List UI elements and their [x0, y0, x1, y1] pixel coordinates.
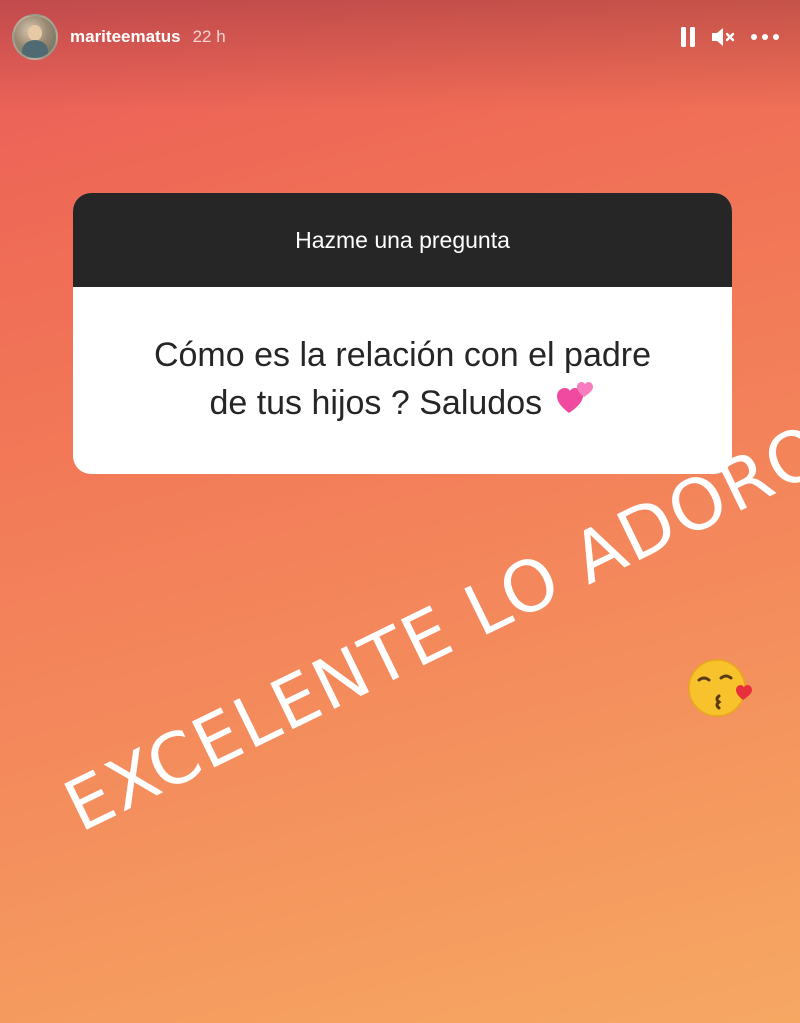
story-header: mariteematus 22 h [12, 14, 226, 60]
question-text: Cómo es la relación con el padre de tus … [154, 331, 651, 431]
question-line-2: de tus hijos ? Saludos [209, 383, 543, 422]
face-blowing-kiss-emoji [685, 656, 757, 725]
question-sticker-title: Hazme una pregunta [295, 226, 510, 253]
question-line-1: Cómo es la relación con el padre [153, 335, 652, 374]
question-sticker-header: Hazme una pregunta [73, 193, 732, 287]
avatar[interactable] [12, 14, 58, 60]
pause-icon[interactable] [680, 26, 696, 48]
speaker-muted-icon[interactable] [710, 26, 736, 48]
question-sticker-body: Cómo es la relación con el padre de tus … [73, 287, 732, 474]
avatar-body [22, 40, 48, 58]
avatar-face [28, 25, 42, 41]
question-line-2-wrap: de tus hijos ? Saludos [154, 379, 651, 431]
two-hearts-emoji [556, 379, 596, 430]
more-dots-icon[interactable] [750, 33, 780, 41]
username[interactable]: mariteematus [70, 27, 181, 47]
story-controls [680, 26, 780, 48]
story-viewer: mariteematus 22 h Hazme una pregunta Cóm… [0, 0, 800, 1023]
answer-area: EXCELENTE LO ADORO [40, 408, 800, 980]
timestamp: 22 h [192, 27, 226, 46]
question-sticker[interactable]: Hazme una pregunta Cómo es la relación c… [73, 193, 732, 474]
